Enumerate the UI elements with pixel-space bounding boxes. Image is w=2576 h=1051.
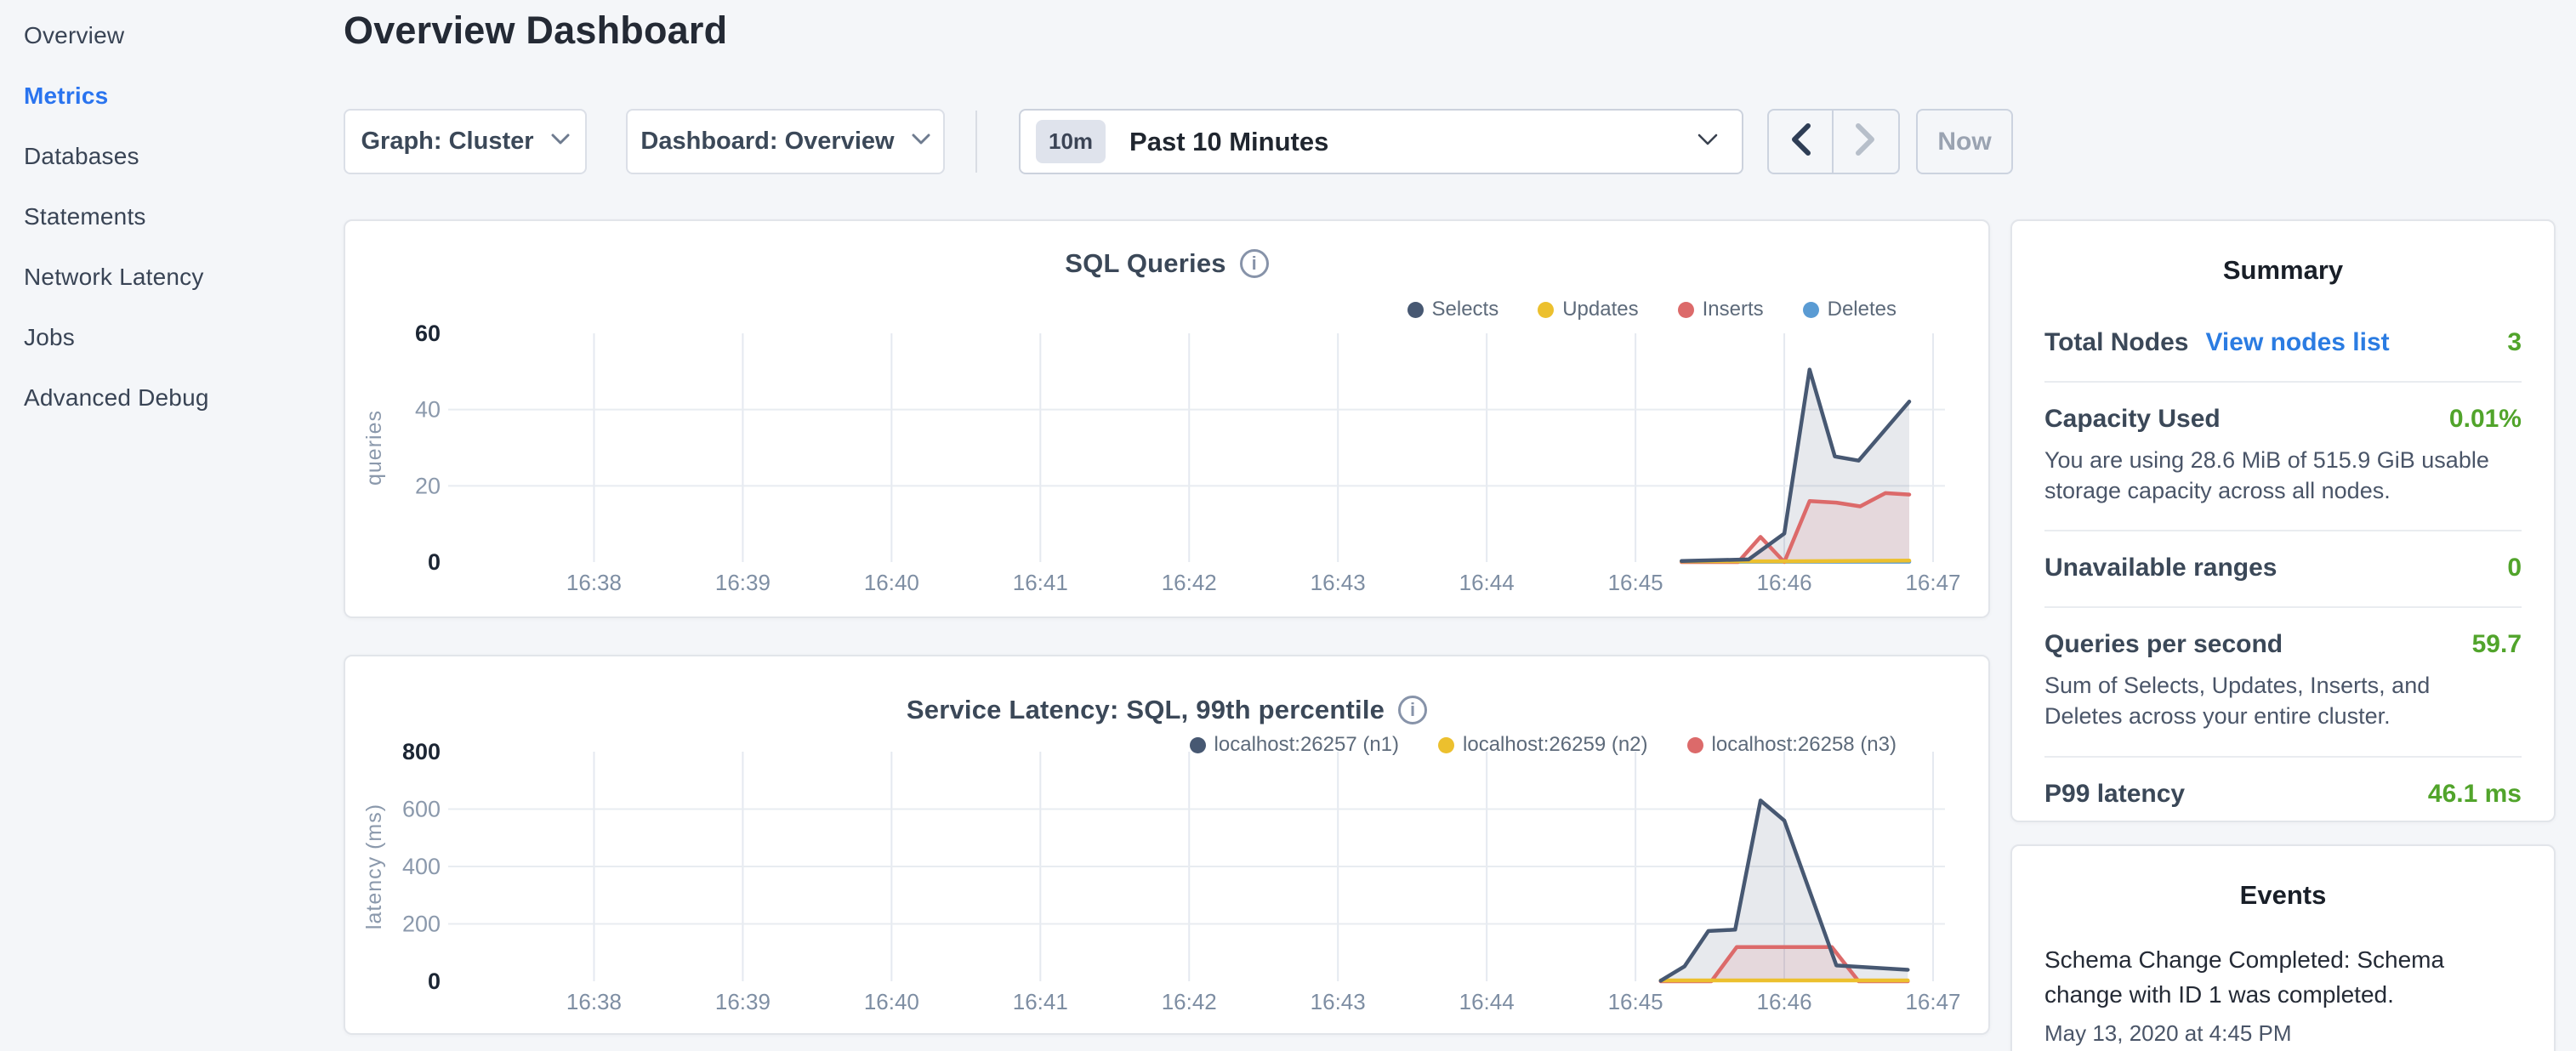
x-tick-label: 16:41 [1013, 570, 1068, 595]
x-tick-label: 16:40 [864, 570, 919, 595]
x-tick-label: 16:40 [864, 989, 919, 1014]
summary-row: Capacity Used 0.01% You are using 28.6 MiB… [2044, 381, 2522, 530]
summary-row: Queries per second 59.7 Sum of Selects, Up… [2044, 606, 2522, 755]
now-button[interactable]: Now [1916, 109, 2013, 174]
summary-row-label: P99 latency [2044, 780, 2185, 809]
service-latency-chart-card: Service Latency: SQL, 99th percentile i … [344, 655, 1990, 1035]
events-panel: Events Schema Change Completed: Schema c… [2010, 844, 2556, 1051]
toolbar: Graph: Cluster Dashboard: Overview 10m P… [0, 109, 2576, 174]
events-header: Events [2012, 880, 2554, 911]
summary-row-value: 3 [2507, 328, 2522, 357]
summary-row-main: P99 latency 46.1 ms [2044, 780, 2522, 809]
summary-row-main: Total Nodes View nodes list 3 [2044, 328, 2522, 357]
sidebar-item-statements[interactable]: Statements [0, 186, 340, 247]
summary-row-label: Queries per second [2044, 630, 2283, 659]
y-tick-label: 800 [402, 739, 441, 764]
sidebar-item-network-latency[interactable]: Network Latency [0, 247, 340, 307]
x-tick-label: 16:42 [1162, 989, 1217, 1014]
summary-row-label: Total Nodes [2044, 328, 2188, 357]
chevron-down-icon [551, 134, 570, 150]
next-time-button[interactable] [1834, 111, 1898, 173]
summary-row-label: Capacity Used [2044, 405, 2221, 434]
summary-row-description: You are using 28.6 MiB of 515.9 GiB usab… [2044, 446, 2504, 506]
summary-panel: Summary Total Nodes View nodes list 3 Capac… [2010, 219, 2556, 822]
view-nodes-list-link[interactable]: View nodes list [2205, 328, 2389, 357]
metrics-page: OverviewMetricsDatabasesStatementsNetwor… [0, 0, 2576, 1051]
y-axis-label: latency (ms) [362, 804, 386, 929]
summary-row-value: 59.7 [2472, 630, 2522, 659]
x-tick-label: 16:47 [1905, 570, 1960, 595]
x-tick-label: 16:46 [1757, 989, 1812, 1014]
y-tick-label: 60 [415, 321, 441, 346]
x-tick-label: 16:46 [1757, 570, 1812, 595]
summary-header: Summary [2012, 255, 2554, 286]
x-tick-label: 16:44 [1459, 570, 1515, 595]
summary-row-description: Sum of Selects, Updates, Inserts, and De… [2044, 671, 2504, 731]
summary-row-value: 46.1 ms [2428, 780, 2522, 809]
summary-row-main: Unavailable ranges 0 [2044, 554, 2522, 582]
event-timestamp: May 13, 2020 at 4:45 PM [2044, 1020, 2522, 1047]
x-tick-label: 16:39 [715, 570, 771, 595]
chart-plot[interactable]: 16:38 16:39 16:40 16:41 16:42 16:43 16:44 16:45… [345, 656, 1992, 1037]
summary-row: Unavailable ranges 0 [2044, 530, 2522, 606]
page-title: Overview Dashboard [344, 9, 727, 53]
sql-queries-chart-card: SQL Queries i SelectsUpdatesInsertsDelet… [344, 219, 1990, 618]
graph-dropdown[interactable]: Graph: Cluster [344, 109, 587, 174]
chevron-down-icon [912, 134, 930, 150]
x-tick-label: 16:42 [1162, 570, 1217, 595]
y-tick-label: 200 [402, 912, 441, 937]
event-text: Schema Change Completed: Schema change w… [2044, 943, 2470, 1012]
summary-row-value: 0 [2507, 554, 2522, 582]
time-range-badge: 10m [1036, 120, 1106, 163]
summary-row: P99 latency 46.1 ms [2044, 756, 2522, 823]
event-item[interactable]: Schema Change Completed: Schema change w… [2044, 943, 2522, 1047]
time-step-buttons [1767, 109, 1900, 174]
summary-body: Total Nodes View nodes list 3 Capacity Used… [2012, 306, 2554, 822]
toolbar-divider [975, 111, 977, 173]
x-tick-label: 16:44 [1459, 989, 1515, 1014]
y-tick-label: 40 [415, 397, 441, 423]
y-axis-label: queries [362, 410, 386, 486]
summary-row-label: Unavailable ranges [2044, 554, 2277, 582]
sidebar-item-advanced-debug[interactable]: Advanced Debug [0, 367, 340, 428]
y-tick-label: 0 [428, 969, 441, 994]
dashboard-dropdown-label: Dashboard: Overview [640, 128, 894, 156]
summary-row-value: 0.01% [2449, 405, 2522, 434]
sidebar-item-jobs[interactable]: Jobs [0, 307, 340, 367]
summary-row: Total Nodes View nodes list 3 [2044, 306, 2522, 381]
x-tick-label: 16:43 [1311, 989, 1366, 1014]
time-range-label: Past 10 Minutes [1129, 127, 1680, 157]
x-tick-label: 16:38 [566, 989, 622, 1014]
y-tick-label: 0 [428, 549, 441, 575]
sidebar-item-overview[interactable]: Overview [0, 5, 340, 65]
summary-row-main: Queries per second 59.7 [2044, 630, 2522, 659]
y-tick-label: 20 [415, 473, 441, 498]
time-range-picker[interactable]: 10m Past 10 Minutes [1019, 109, 1743, 174]
x-tick-label: 16:43 [1311, 570, 1366, 595]
prev-time-button[interactable] [1769, 111, 1834, 173]
chart-plot[interactable]: 16:38 16:39 16:40 16:41 16:42 16:43 16:44 16:45… [345, 221, 1992, 620]
y-tick-label: 600 [402, 797, 441, 822]
graph-dropdown-label: Graph: Cluster [361, 128, 533, 156]
x-tick-label: 16:41 [1013, 989, 1068, 1014]
chevron-left-icon [1789, 122, 1811, 161]
summary-row-main: Capacity Used 0.01% [2044, 405, 2522, 434]
x-tick-label: 16:45 [1608, 989, 1663, 1014]
chevron-right-icon [1855, 122, 1877, 161]
y-tick-label: 400 [402, 854, 441, 879]
events-body: Schema Change Completed: Schema change w… [2012, 943, 2554, 1047]
x-tick-label: 16:38 [566, 570, 622, 595]
x-tick-label: 16:47 [1905, 989, 1960, 1014]
x-tick-label: 16:39 [715, 989, 771, 1014]
x-tick-label: 16:45 [1608, 570, 1663, 595]
chevron-down-icon [1697, 134, 1718, 151]
dashboard-dropdown[interactable]: Dashboard: Overview [626, 109, 945, 174]
